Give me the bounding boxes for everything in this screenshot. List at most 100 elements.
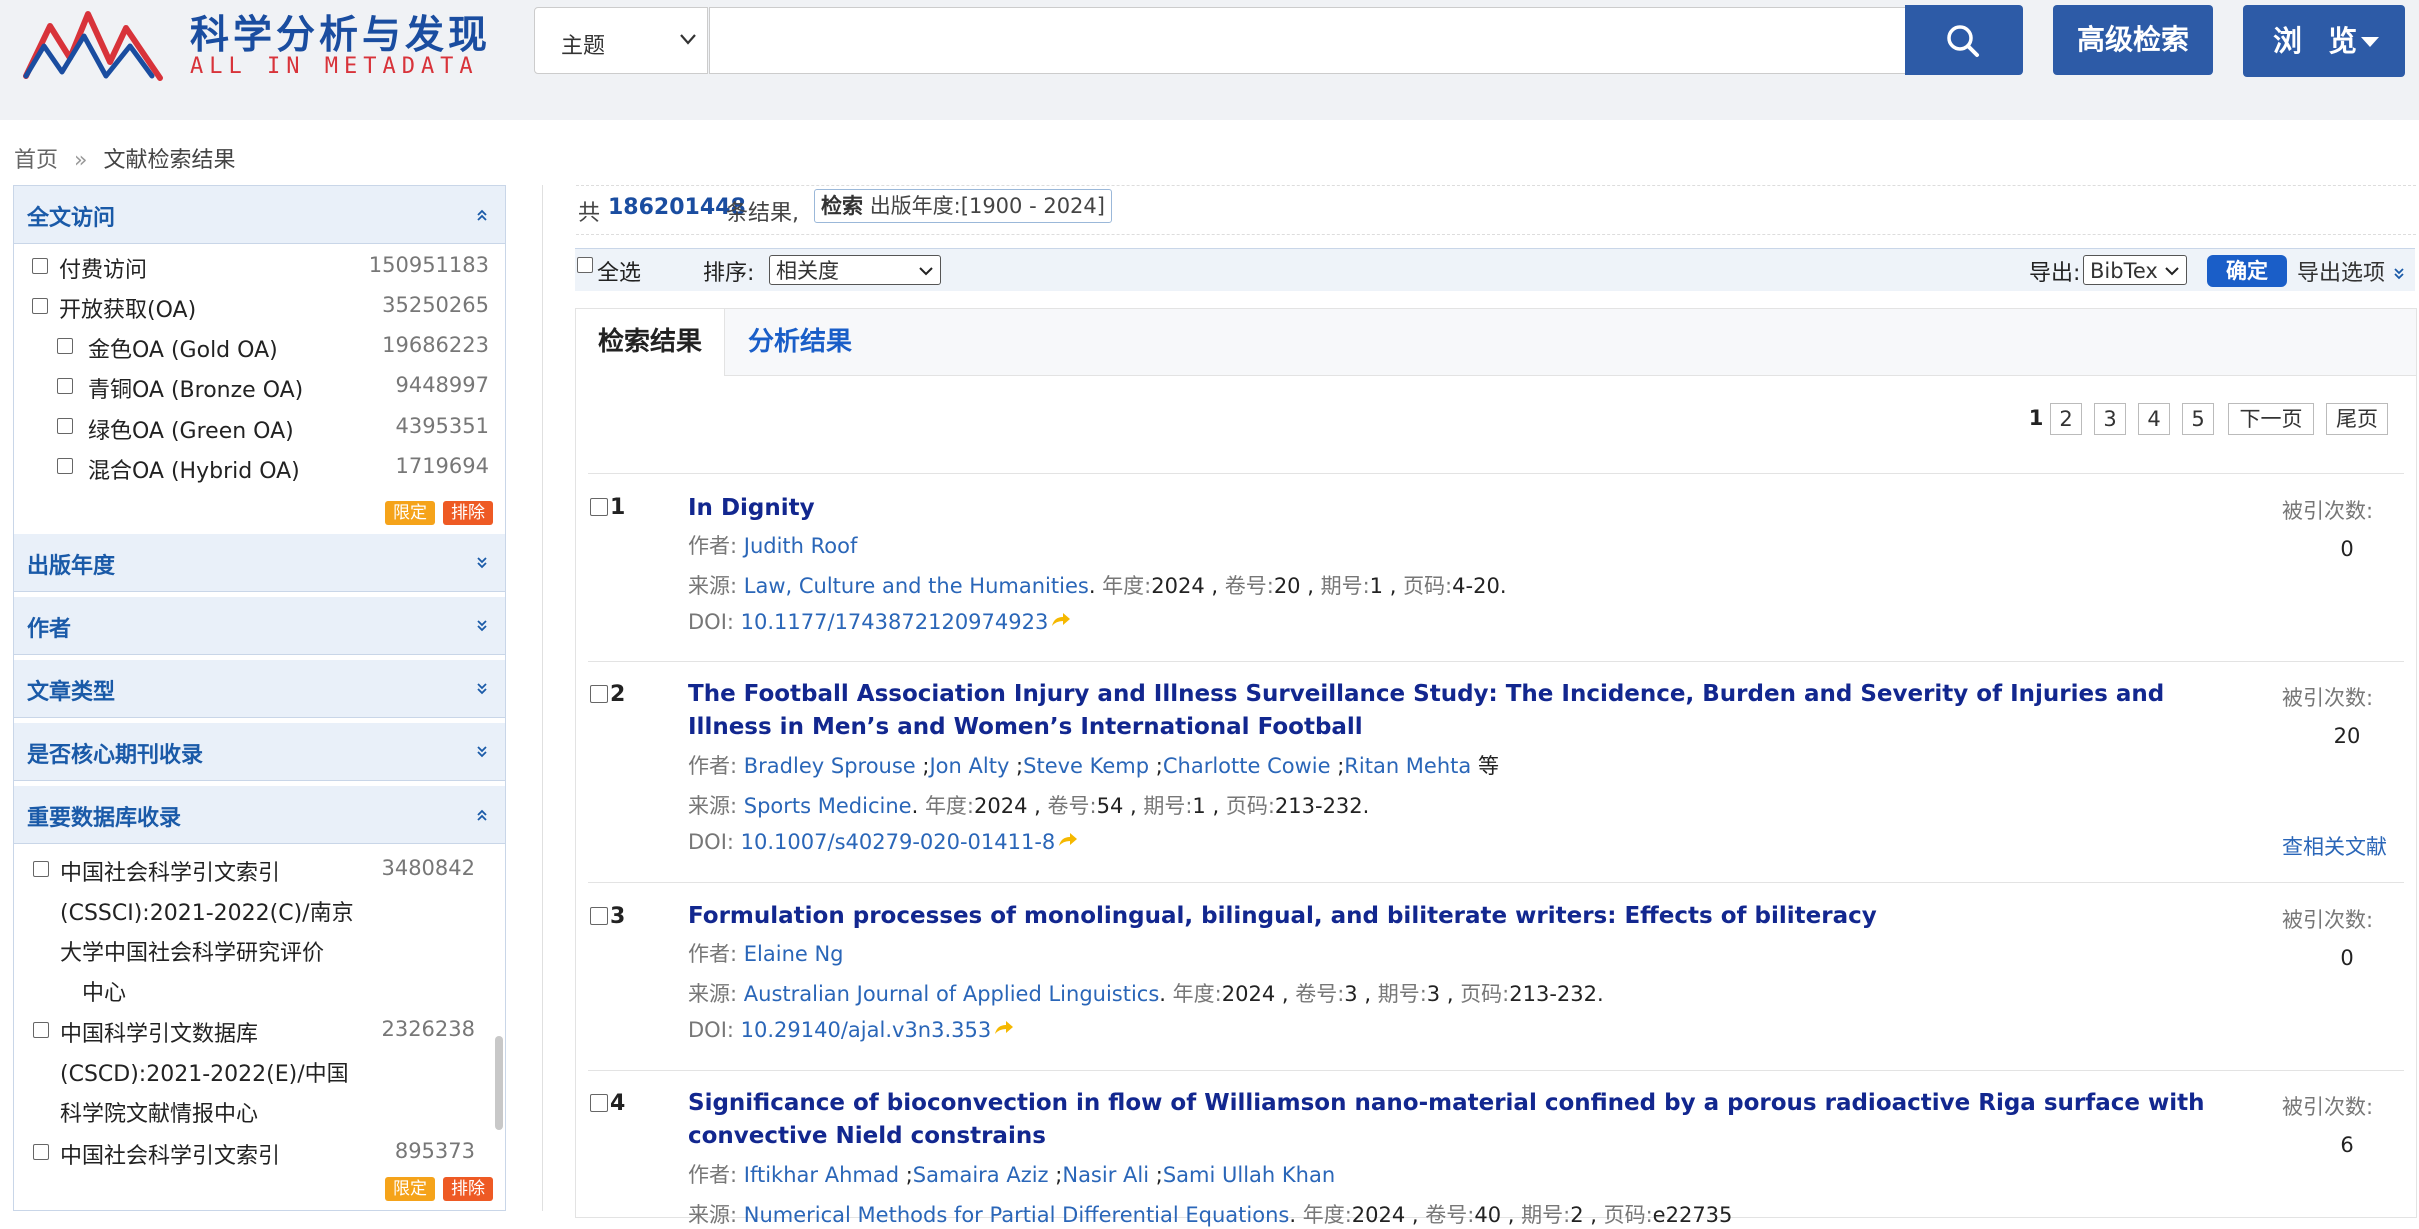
author-link[interactable]: Jon Alty [929,754,1009,778]
external-link-arrow-icon[interactable] [1057,830,1079,848]
source-link[interactable]: Australian Journal of Applied Linguistic… [744,982,1160,1006]
facet-checkbox[interactable] [57,418,73,434]
author-link[interactable]: Ritan Mehta [1344,754,1471,778]
doi-link[interactable]: 10.1177/1743872120974923 [741,610,1049,634]
year-label: 年度: [1172,982,1222,1006]
limit-button[interactable]: 限定 [385,1177,435,1201]
advanced-search-button[interactable]: 高级检索 [2053,5,2213,75]
source-link[interactable]: Numerical Methods for Partial Differenti… [744,1203,1290,1227]
facet-title: 出版年度 [27,554,116,579]
facet-item-count: 35250265 [382,293,489,317]
volume-value: 40 [1474,1203,1502,1227]
facet-header-author[interactable]: 作者 [14,597,505,655]
query-keyword: 检索 [821,194,863,218]
facet-title: 文章类型 [27,680,116,705]
result-doi: DOI: 10.1007/s40279-020-01411-8 [688,830,1079,854]
facet-checkbox[interactable] [57,378,73,394]
chevron-down-icon [2165,267,2179,276]
tab-analysis-results[interactable]: 分析结果 [726,309,874,375]
facet-header-core-journal[interactable]: 是否核心期刊收录 [14,723,505,781]
select-all-checkbox[interactable] [577,257,593,273]
result-source: 来源: Sports Medicine. 年度:2024 , 卷号:54 , 期… [688,794,1370,818]
next-page-link[interactable]: 下一页 [2228,403,2314,435]
result-checkbox[interactable] [590,685,608,703]
author-link[interactable]: Elaine Ng [744,942,844,966]
facet-checkbox[interactable] [32,258,48,274]
author-label: 作者: [688,1163,738,1187]
facet-header-databases[interactable]: 重要数据库收录 [14,786,505,844]
facet-checkbox[interactable] [32,298,48,314]
sidebar-scrollbar[interactable] [495,1036,503,1130]
facet-sidebar: 全文访问 付费访问 150951183 开放获取(OA) 35250265 金色… [13,185,506,1211]
result-title-link[interactable]: Formulation processes of monolingual, bi… [688,900,2228,933]
facet-title: 作者 [27,617,72,642]
facet-item-label-line: 中国社会科学引文索引 [60,1144,281,1169]
page-2-link[interactable]: 2 [2050,403,2082,435]
facet-checkbox[interactable] [57,338,73,354]
facet-checkbox[interactable] [57,458,73,474]
export-options-label: 导出选项 [2297,261,2386,286]
facet-item-label: 绿色OA (Green OA) [88,419,294,444]
last-page-link[interactable]: 尾页 [2326,403,2388,435]
related-literature-link[interactable]: 查相关文献 [2282,831,2387,861]
facet-header-fulltext[interactable]: 全文访问 [14,186,505,244]
source-link[interactable]: Law, Culture and the Humanities [744,574,1089,598]
export-confirm-button[interactable]: 确定 [2207,255,2287,287]
author-link[interactable]: Charlotte Cowie [1163,754,1331,778]
author-link[interactable]: Samaira Aziz [913,1163,1049,1187]
query-text: 出版年度:[1900 - 2024] [869,194,1105,218]
search-type-select[interactable]: 主题 [534,7,708,74]
external-link-arrow-icon[interactable] [993,1018,1015,1036]
cited-label: 被引次数: [2282,1095,2374,1119]
author-link[interactable]: Nasir Ali [1062,1163,1149,1187]
facet-checkbox[interactable] [33,861,49,877]
facet-checkbox[interactable] [33,1022,49,1038]
query-filter-chip: 检索 出版年度:[1900 - 2024] [814,189,1112,223]
exclude-button[interactable]: 排除 [443,501,493,525]
author-link[interactable]: Sami Ullah Khan [1163,1163,1335,1187]
author-link[interactable]: Iftikhar Ahmad [744,1163,899,1187]
facet-item-count: 19686223 [382,333,489,357]
source-link[interactable]: Sports Medicine [744,794,912,818]
doi-label: DOI: [688,830,734,854]
limit-button[interactable]: 限定 [385,501,435,525]
issue-value: 3 [1426,982,1441,1006]
facet-checkbox[interactable] [33,1144,49,1160]
et-al-label: 等 [1477,754,1499,778]
page-3-link[interactable]: 3 [2094,403,2126,435]
browse-menu-button[interactable]: 浏 览 [2243,5,2405,77]
doi-link[interactable]: 10.1007/s40279-020-01411-8 [741,830,1056,854]
sort-select[interactable]: 相关度 [769,255,941,285]
result-authors: 作者: Iftikhar Ahmad ;Samaira Aziz ;Nasir … [688,1163,1336,1187]
page-1-current: 1 [2028,403,2044,433]
facet-header-year[interactable]: 出版年度 [14,534,505,592]
year-value: 2024 [974,794,1028,818]
export-options-toggle[interactable]: 导出选项 [2297,255,2406,287]
site-logo[interactable]: 科学分析与发现 ALL IN METADATA [22,4,492,84]
facet-item-count: 3480842 [381,856,475,880]
divider [588,473,2404,474]
result-title-link[interactable]: In Dignity [688,492,2228,525]
author-link[interactable]: Steve Kemp [1023,754,1149,778]
page-4-link[interactable]: 4 [2138,403,2170,435]
facet-header-article-type[interactable]: 文章类型 [14,660,505,718]
author-link[interactable]: Judith Roof [744,534,858,558]
result-checkbox[interactable] [590,907,608,925]
breadcrumb-home-link[interactable]: 首页 [14,148,58,173]
year-value: 2024 [1151,574,1205,598]
external-link-arrow-icon[interactable] [1050,610,1072,628]
search-button[interactable] [1905,5,2023,75]
tab-search-results[interactable]: 检索结果 [576,309,726,376]
year-label: 年度: [924,794,975,818]
result-title-link[interactable]: The Football Association Injury and Illn… [688,678,2228,744]
author-link[interactable]: Bradley Sprouse [744,754,916,778]
doi-link[interactable]: 10.29140/ajal.v3n3.353 [741,1018,992,1042]
page-5-link[interactable]: 5 [2182,403,2214,435]
search-input[interactable] [709,7,1906,74]
result-checkbox[interactable] [590,498,608,516]
exclude-button[interactable]: 排除 [443,1177,493,1201]
export-format-select[interactable]: BibTex [2083,255,2187,285]
result-title-link[interactable]: Significance of bioconvection in flow of… [688,1087,2228,1153]
result-checkbox[interactable] [590,1094,608,1112]
facet-title: 重要数据库收录 [27,806,182,831]
